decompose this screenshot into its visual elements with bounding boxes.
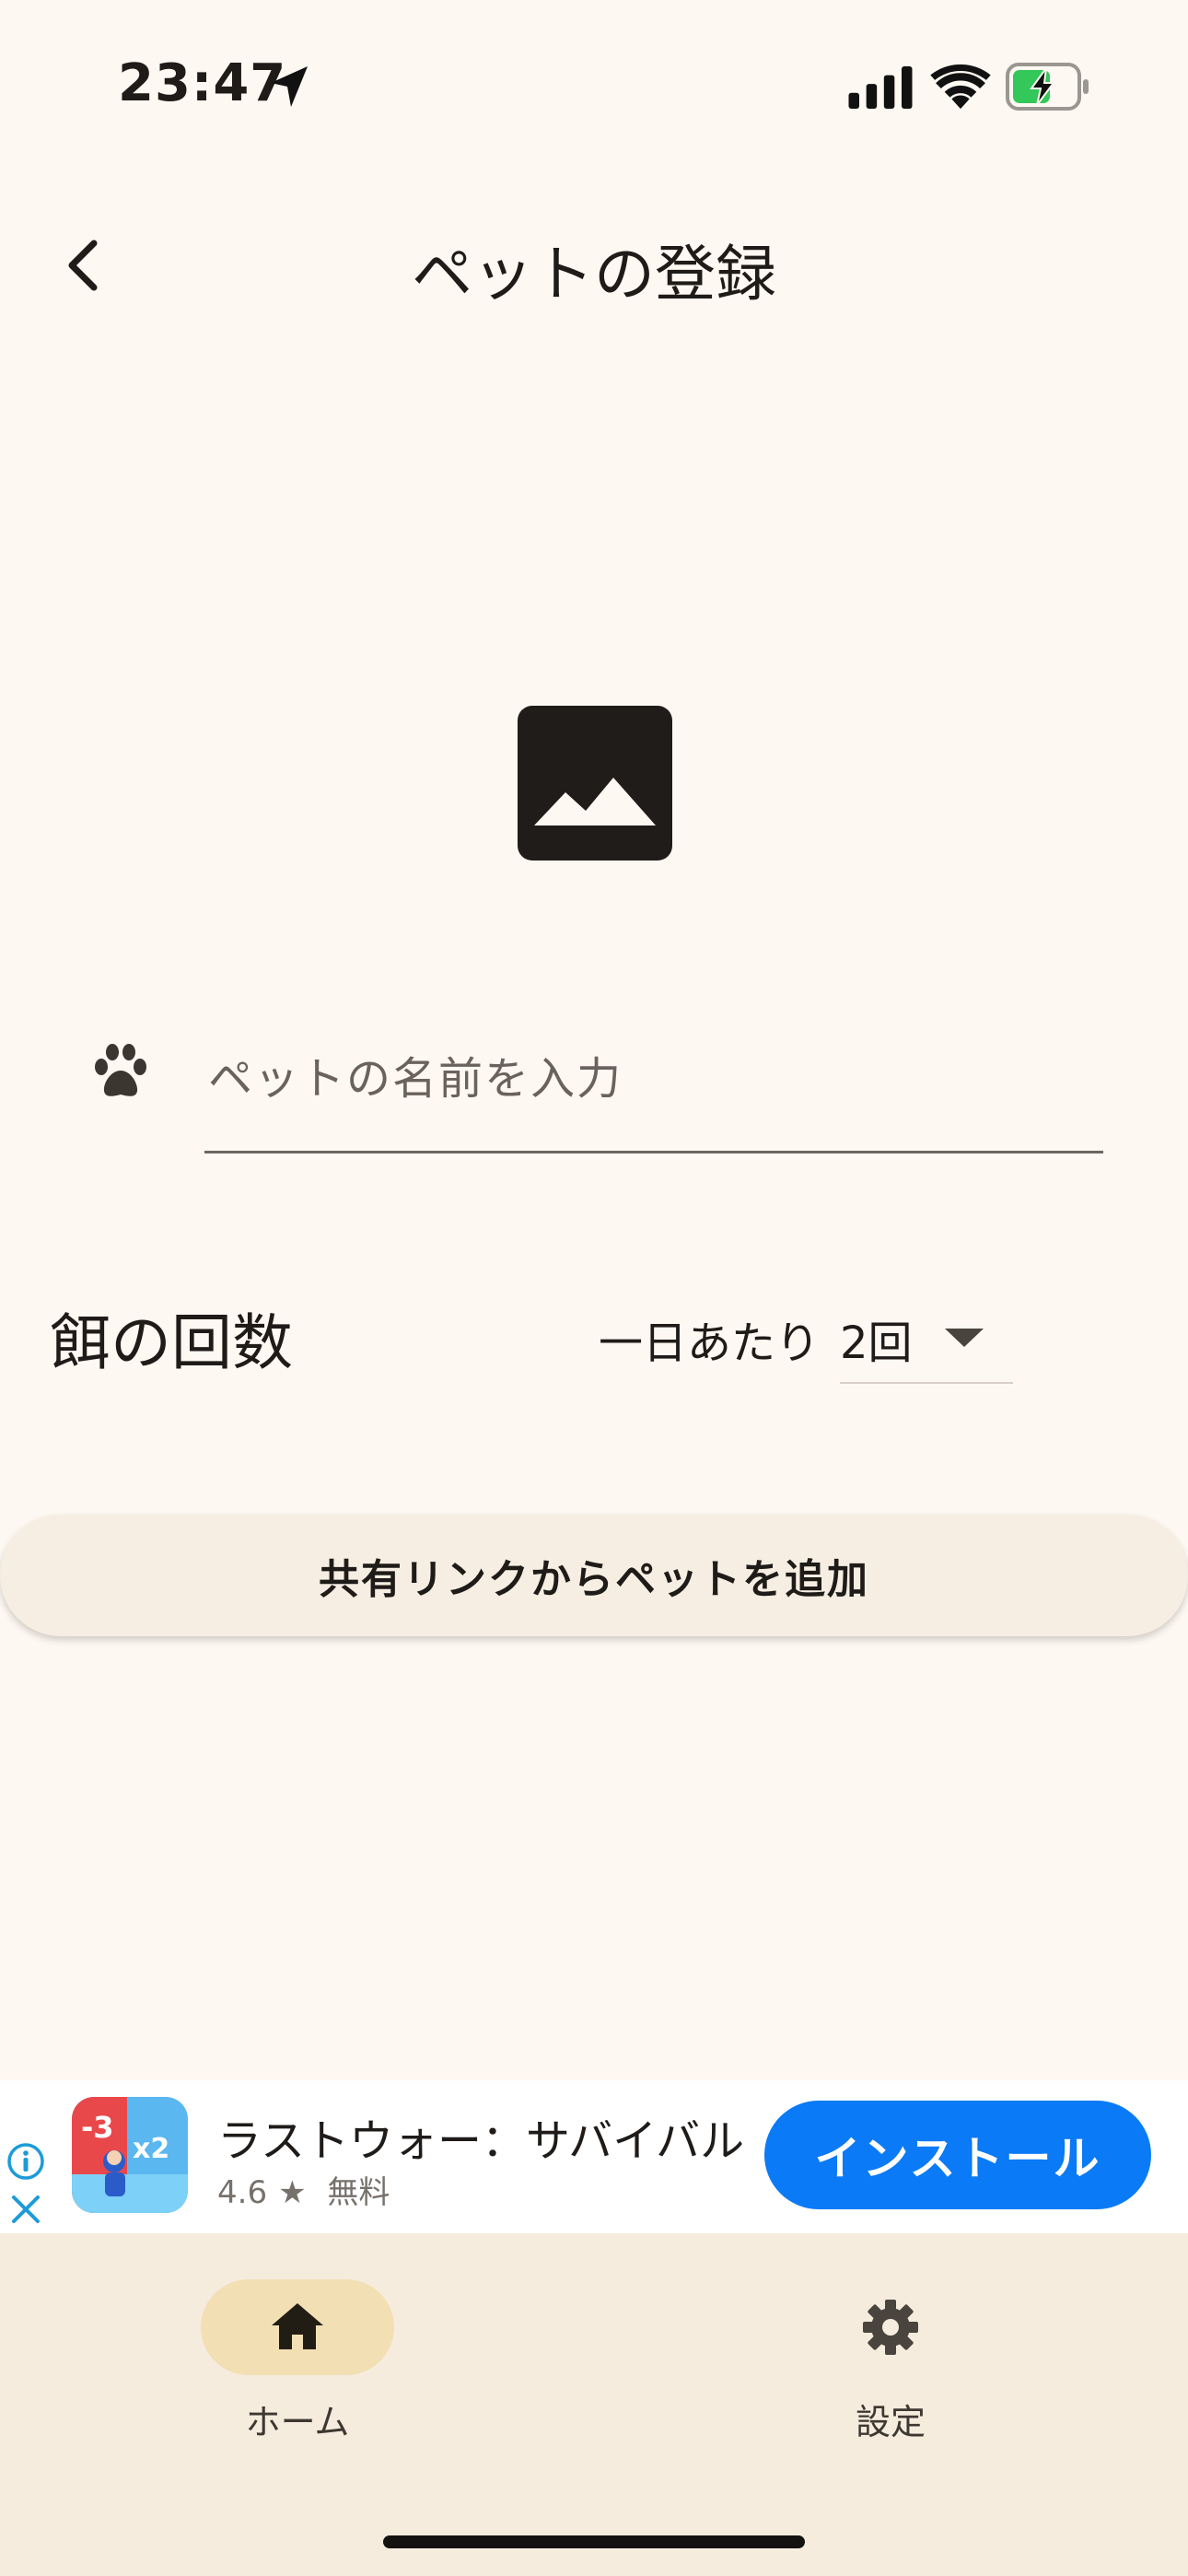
svg-text:x2: x2 xyxy=(133,2133,169,2165)
status-time: 23:47 xyxy=(118,53,287,113)
feeding-count-label: 餌の回数 xyxy=(50,1307,293,1378)
pet-photo-button[interactable] xyxy=(518,706,672,861)
star-icon: ★ xyxy=(278,2174,307,2211)
ad-meta: 4.6 ★ 無料 xyxy=(217,2167,401,2212)
ad-install-button[interactable]: インストール xyxy=(764,2101,1151,2209)
nav-item-settings[interactable]: 設定 xyxy=(794,2279,987,2464)
ad-price: 無料 xyxy=(327,2174,390,2211)
ad-rating: 4.6 xyxy=(217,2174,268,2211)
wifi-icon xyxy=(930,64,991,110)
ad-app-icon[interactable]: -3 x2 xyxy=(72,2097,188,2213)
svg-text:-3: -3 xyxy=(81,2110,114,2145)
home-icon xyxy=(272,2303,323,2349)
page-title: ペットの登録 xyxy=(412,239,776,310)
nav-label-settings: 設定 xyxy=(855,2402,926,2442)
signal-icon xyxy=(848,66,913,109)
ad-app-name: ラストウォー：サバイバル xyxy=(217,2115,745,2167)
nav-label-home: ホーム xyxy=(245,2402,350,2442)
location-arrow-icon xyxy=(271,66,308,107)
home-indicator[interactable] xyxy=(383,2535,805,2548)
battery-charging-icon xyxy=(1006,63,1089,111)
image-placeholder-icon xyxy=(534,778,656,825)
info-icon[interactable] xyxy=(6,2141,46,2182)
paw-icon xyxy=(95,1044,146,1096)
pet-name-input[interactable] xyxy=(204,1032,1103,1153)
feeding-value: 2回 xyxy=(840,1317,913,1369)
caret-down-icon xyxy=(945,1329,984,1347)
feeding-prefix: 一日あたり xyxy=(599,1317,821,1369)
close-icon[interactable] xyxy=(9,2193,42,2226)
add-pet-from-share-link-button[interactable]: 共有リンクからペットを追加 xyxy=(0,1515,1188,1636)
gear-icon xyxy=(863,2300,918,2355)
nav-item-home[interactable]: ホーム xyxy=(201,2279,394,2464)
ad-banner[interactable]: -3 x2 ラストウォー：サバイバル 4.6 ★ 無料 インストール xyxy=(0,2080,1188,2233)
bottom-nav: ホーム 設定 xyxy=(0,2233,1188,2576)
